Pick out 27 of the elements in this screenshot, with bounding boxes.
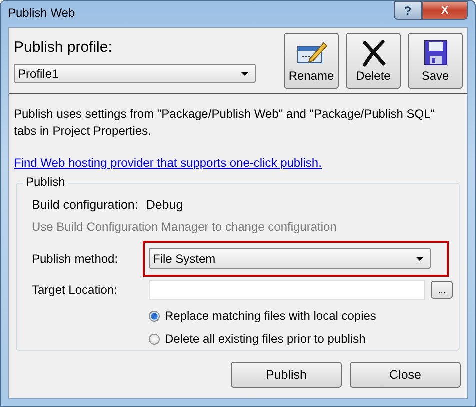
radio-button[interactable] bbox=[149, 310, 160, 322]
window-close-button[interactable]: X bbox=[422, 1, 468, 20]
browse-button[interactable]: ... bbox=[431, 281, 453, 299]
build-configuration-value: Debug bbox=[146, 198, 184, 212]
target-location-field[interactable] bbox=[149, 280, 426, 300]
save-button[interactable]: Save bbox=[408, 33, 463, 89]
help-button[interactable]: ? bbox=[394, 1, 422, 20]
radio-button[interactable] bbox=[149, 334, 160, 344]
radio-label[interactable]: Replace matching files with local copies bbox=[165, 309, 376, 323]
radio-label[interactable]: Delete all existing files prior to publish bbox=[165, 332, 366, 346]
target-location-label: Target Location: bbox=[32, 283, 118, 297]
publish-dialog-button[interactable]: Publish bbox=[231, 362, 342, 388]
caret-icon bbox=[241, 72, 249, 76]
publish-profile-label: Publish profile: bbox=[14, 39, 114, 56]
window-title: Publish Web bbox=[8, 6, 76, 20]
delete-button[interactable]: Delete bbox=[346, 33, 401, 89]
profile-dropdown[interactable]: Profile1 bbox=[14, 64, 256, 83]
publish-method-dropdown[interactable]: File System bbox=[149, 248, 431, 269]
hint-text: Use Build Configuration Manager to change configuration bbox=[32, 220, 338, 234]
build-configuration-label: Build configuration: bbox=[32, 198, 138, 212]
group-title: Publish bbox=[23, 175, 68, 189]
caret-icon bbox=[416, 256, 424, 260]
description-text: Publish uses settings from "Package/Publish Web" and "Package/Publish SQL" tabs in Project Properties. bbox=[14, 106, 436, 140]
rename-button[interactable]: Rename bbox=[284, 33, 339, 89]
close-dialog-button[interactable]: Close bbox=[350, 362, 461, 388]
publish-method-label: Publish method: bbox=[32, 252, 120, 266]
hosting-provider-link[interactable]: Find Web hosting provider that supports one-click publish. bbox=[14, 156, 322, 170]
